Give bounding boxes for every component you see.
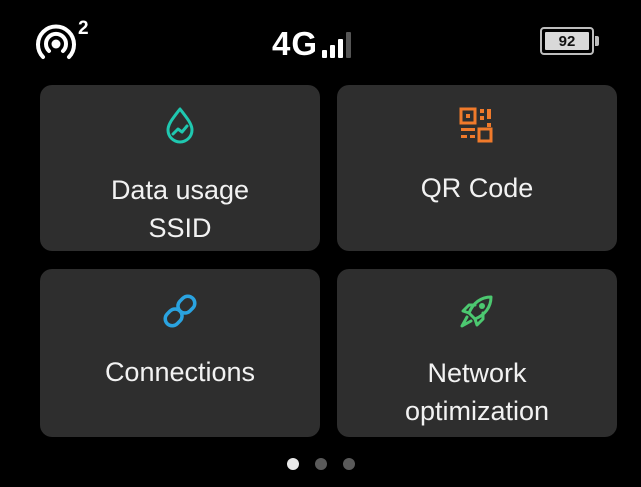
- water-drop-chart-icon: [166, 107, 194, 144]
- page-dot[interactable]: [286, 458, 299, 470]
- connected-devices-count: 2: [78, 18, 89, 39]
- network-optimization-label: Network optimization: [337, 354, 617, 430]
- network-optimization-label-line2: optimization: [404, 396, 550, 426]
- signal-bars-icon: [322, 32, 354, 58]
- connections-label: Connections: [104, 357, 256, 387]
- qr-code-icon: [459, 107, 493, 143]
- data-usage-label-line1: Data usage: [110, 175, 250, 205]
- page-dot[interactable]: [314, 458, 327, 470]
- data-usage-label: Data usage SSID: [40, 171, 320, 247]
- network-optimization-label-line1: Network: [427, 358, 527, 388]
- data-usage-tile[interactable]: Data usage SSID: [40, 85, 320, 251]
- battery-icon: 92: [540, 27, 594, 55]
- qr-code-tile[interactable]: QR Code: [337, 85, 617, 251]
- status-bar: 2 4G 92: [0, 0, 641, 80]
- battery-indicator: 92: [540, 27, 602, 57]
- wifi-hotspot-indicator: 2: [36, 18, 106, 64]
- signal-bar: [330, 45, 336, 58]
- cellular-signal: 4G: [272, 20, 354, 64]
- data-usage-label-line2: SSID: [148, 213, 212, 243]
- connections-tile[interactable]: Connections: [40, 269, 320, 437]
- page-dot[interactable]: [342, 458, 355, 470]
- qr-code-label: QR Code: [420, 173, 534, 203]
- battery-level: 92: [545, 32, 589, 50]
- signal-bar: [346, 32, 352, 58]
- battery-tip: [595, 36, 599, 46]
- rocket-icon: [460, 295, 493, 328]
- network-optimization-tile[interactable]: Network optimization: [337, 269, 617, 437]
- link-icon: [163, 294, 197, 328]
- wifi-hotspot-icon: [36, 24, 76, 59]
- home-screen: 2 4G 92 Data usage SSID QR Code Connecti…: [0, 0, 641, 487]
- signal-bar: [322, 50, 328, 58]
- network-type-label: 4G: [272, 25, 319, 62]
- signal-bar: [338, 39, 344, 58]
- page-indicator: [0, 458, 641, 470]
